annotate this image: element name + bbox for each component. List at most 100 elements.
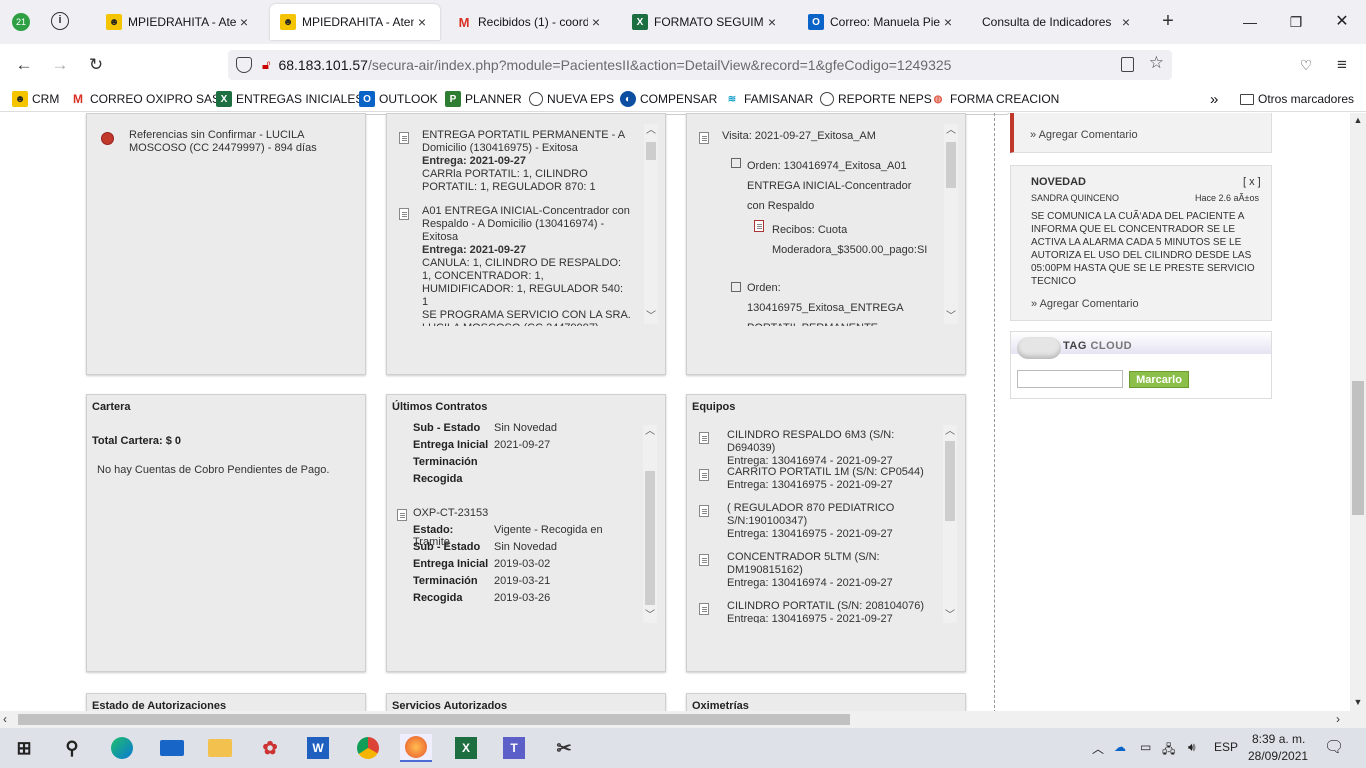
reload-button[interactable]: ↻ — [84, 53, 108, 77]
teams-icon[interactable]: T — [498, 734, 530, 762]
profile-badge[interactable]: 21 — [12, 13, 30, 31]
new-tab-button[interactable]: + — [1156, 10, 1180, 34]
volume-icon[interactable]: 🔊︎ — [1188, 740, 1196, 755]
bookmark-famisanar[interactable]: ≋ FAMISANAR — [724, 90, 814, 108]
equipo-name[interactable]: ( REGULADOR 870 PEDIATRICO S/N:190100347… — [727, 502, 927, 528]
scroll-down-icon[interactable]: ﹀ — [943, 609, 957, 623]
scroll-up-icon[interactable]: ︿ — [944, 124, 958, 138]
search-icon[interactable]: ⚲ — [56, 734, 88, 762]
orden-label[interactable]: Orden: 130416975_Exitosa_ENTREGA PORTATI… — [747, 278, 932, 326]
firefox-icon[interactable] — [400, 734, 432, 762]
tray-chevron-icon[interactable]: ︿ — [1092, 740, 1104, 757]
entrega-title[interactable]: A01 ENTREGA INICIAL-Concentrador con Res… — [422, 205, 632, 244]
scroll-up-icon[interactable]: ▲ — [1350, 115, 1366, 125]
close-tab-icon[interactable]: × — [764, 14, 780, 30]
paint-icon[interactable]: ✿ — [254, 734, 286, 762]
scroll-down-icon[interactable]: ▼ — [1350, 697, 1366, 707]
recibo-label[interactable]: Recibos: Cuota Moderadora_$3500.00_pago:… — [772, 220, 932, 260]
tab-2[interactable]: ☻ MPIEDRAHITA - Atenci × — [270, 4, 440, 40]
entrega-title[interactable]: ENTREGA PORTATIL PERMANENTE - A Domicili… — [422, 129, 632, 155]
close-tab-icon[interactable]: × — [588, 14, 604, 30]
scroll-right-icon[interactable]: › — [1336, 712, 1340, 726]
word-icon[interactable]: W — [302, 734, 334, 762]
equipo-name[interactable]: CILINDRO RESPALDO 6M3 (S/N: D694039) — [727, 429, 937, 455]
scroll-thumb[interactable] — [1352, 381, 1364, 515]
back-button[interactable]: ← — [12, 53, 36, 77]
contrato-code[interactable]: OXP-CT-23153 — [413, 507, 488, 519]
shield-icon[interactable] — [236, 57, 252, 73]
more-bookmarks-icon[interactable]: » — [1210, 90, 1218, 108]
equipo-name[interactable]: CARRITO PORTATIL 1M (S/N: CP0544) — [727, 466, 937, 479]
clock-date[interactable]: 28/09/2021 — [1248, 749, 1308, 763]
marcarlo-button[interactable]: Marcarlo — [1129, 371, 1189, 388]
bookmark-star-icon[interactable]: ☆ — [1149, 53, 1164, 73]
minimize-button[interactable]: — — [1238, 10, 1262, 34]
mail-icon[interactable] — [156, 734, 188, 762]
bookmark-forma-creacion[interactable]: ◍ FORMA CREACION — [930, 90, 1060, 108]
scroll-up-icon[interactable]: ︿ — [644, 124, 658, 138]
bookmark-compensar[interactable]: ◐ COMPENSAR — [620, 90, 717, 108]
bookmark-nueva-eps[interactable]: NUEVA EPS — [529, 90, 614, 108]
tab-5[interactable]: O Correo: Manuela Piedr × — [798, 4, 966, 40]
referencia-item[interactable]: Referencias sin Confirmar - LUCILA MOSCO… — [129, 129, 319, 155]
language-indicator[interactable]: ESP — [1214, 740, 1238, 754]
close-tab-icon[interactable]: × — [236, 14, 252, 30]
contratos-scrollbar[interactable]: ︿ ﹀ — [643, 425, 657, 623]
equipo-name[interactable]: CILINDRO PORTATIL (S/N: 208104076) — [727, 600, 937, 613]
add-comment-link[interactable]: » Agregar Comentario — [1030, 129, 1138, 141]
scroll-down-icon[interactable]: ﹀ — [944, 310, 958, 324]
notifications-icon[interactable]: 🗨︎ — [1324, 737, 1344, 757]
page-horizontal-scrollbar[interactable]: ‹ › — [0, 711, 1366, 728]
scroll-up-icon[interactable]: ︿ — [643, 425, 657, 439]
tag-input[interactable] — [1017, 370, 1123, 388]
url-bar[interactable]: 🔓︎ 68.183.101.57 /secura-air/index.php?m… — [228, 50, 1172, 80]
page-vertical-scrollbar[interactable]: ▲ ▼ — [1350, 113, 1366, 711]
forward-button[interactable]: → — [48, 53, 72, 77]
scroll-down-icon[interactable]: ﹀ — [644, 310, 658, 324]
bookmark-outlook[interactable]: O OUTLOOK — [359, 90, 438, 108]
onedrive-icon[interactable]: ☁ — [1114, 740, 1126, 754]
scroll-down-icon[interactable]: ﹀ — [643, 609, 657, 623]
bookmark-planner[interactable]: P PLANNER — [445, 90, 522, 108]
scroll-thumb[interactable] — [18, 714, 850, 725]
tab-1[interactable]: ☻ MPIEDRAHITA - Atenci × — [96, 4, 262, 40]
tab-6[interactable]: Consulta de Indicadores × — [972, 4, 1144, 40]
novedad-close-button[interactable]: [ x ] — [1243, 176, 1261, 188]
scroll-thumb[interactable] — [946, 142, 956, 188]
close-tab-icon[interactable]: × — [940, 14, 956, 30]
close-window-button[interactable]: ✕ — [1330, 10, 1354, 34]
orden-label[interactable]: Orden: 130416974_Exitosa_A01 ENTREGA INI… — [747, 156, 932, 216]
excel-taskbar-icon[interactable]: X — [450, 734, 482, 762]
info-icon[interactable]: i — [51, 12, 69, 30]
tab-4[interactable]: X FORMATO SEGUIMIEN × — [622, 4, 790, 40]
pocket-icon[interactable]: ♡ — [1294, 53, 1318, 77]
reader-view-icon[interactable] — [1121, 57, 1134, 72]
bookmark-entregas[interactable]: X ENTREGAS INICIALES — [216, 90, 363, 108]
scroll-thumb[interactable] — [646, 142, 656, 160]
entregas-scrollbar[interactable]: ︿ ﹀ — [644, 124, 658, 324]
scroll-up-icon[interactable]: ︿ — [943, 425, 957, 439]
file-explorer-icon[interactable] — [204, 734, 236, 762]
add-comment-link[interactable]: » Agregar Comentario — [1031, 298, 1139, 310]
scroll-left-icon[interactable]: ‹ — [3, 712, 7, 726]
clock-time[interactable]: 8:39 a. m. — [1252, 732, 1305, 746]
visitas-scrollbar[interactable]: ︿ ﹀ — [944, 124, 958, 324]
bookmark-reporte-neps[interactable]: REPORTE NEPS — [820, 90, 932, 108]
snipping-tool-icon[interactable]: ✂ — [548, 734, 580, 762]
close-tab-icon[interactable]: × — [1118, 14, 1134, 30]
bookmark-correo[interactable]: M CORREO OXIPRO SAS — [70, 90, 220, 108]
close-tab-icon[interactable]: × — [414, 14, 430, 30]
equipos-scrollbar[interactable]: ︿ ﹀ — [943, 425, 957, 623]
equipo-name[interactable]: CONCENTRADOR 5LTM (S/N: DM190815162) — [727, 551, 907, 577]
visita-label[interactable]: Visita: 2021-09-27_Exitosa_AM — [722, 126, 876, 146]
chrome-icon[interactable] — [352, 734, 384, 762]
windows-start-icon[interactable]: ⊞ — [8, 734, 40, 762]
battery-icon[interactable]: ▭ — [1140, 740, 1151, 754]
scroll-thumb[interactable] — [945, 441, 955, 521]
tab-3[interactable]: M Recibidos (1) - coordin × — [446, 4, 614, 40]
menu-icon[interactable]: ≡ — [1330, 53, 1354, 77]
network-icon[interactable]: 🖧︎ — [1162, 740, 1175, 761]
other-bookmarks[interactable]: Otros marcadores — [1240, 90, 1354, 108]
restore-button[interactable]: ❐ — [1284, 10, 1308, 34]
edge-icon[interactable] — [106, 734, 138, 762]
